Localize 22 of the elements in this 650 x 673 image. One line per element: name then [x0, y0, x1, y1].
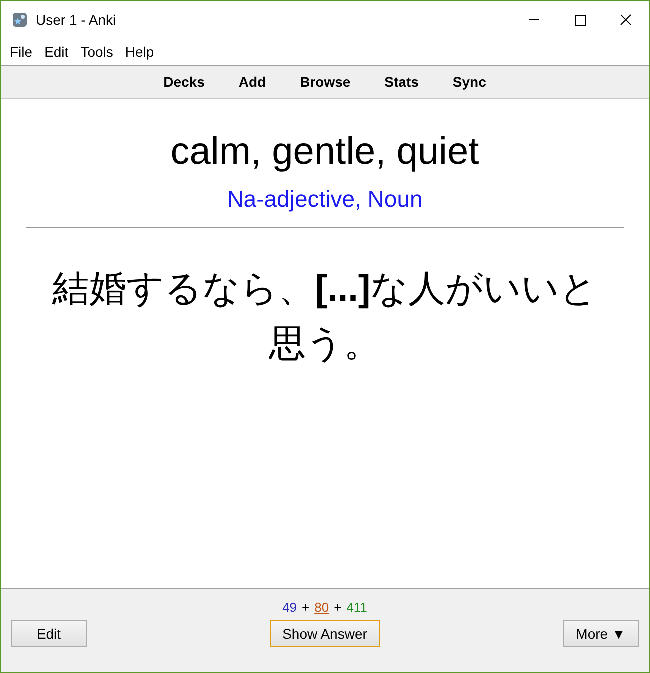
plus-sign: + [334, 600, 342, 616]
card-count: 80 [314, 600, 330, 616]
toolbar-link[interactable]: Decks [146, 74, 222, 90]
card-front-text: calm, gentle, quiet [170, 131, 480, 174]
app-icon [12, 12, 28, 28]
menu-item[interactable]: Edit [38, 44, 75, 60]
more-button[interactable]: More ▼ [563, 620, 639, 647]
part-of-speech: Na-adjective, Noun [227, 186, 423, 213]
card-count: 49 [282, 600, 298, 616]
show-answer-button[interactable]: Show Answer [270, 620, 380, 647]
menu-item[interactable]: Help [119, 44, 160, 60]
toolbar-link[interactable]: Add [222, 74, 284, 90]
plus-sign: + [302, 600, 310, 616]
menu-item[interactable]: Tools [74, 44, 120, 60]
example-sentence: 結婚するなら、[...]な人がいいと思う。 [51, 267, 599, 366]
edit-button[interactable]: Edit [11, 620, 87, 647]
card-count: 411 [346, 600, 368, 616]
window-title: User 1 - Anki [36, 12, 118, 28]
toolbar-link[interactable]: Browse [283, 74, 368, 90]
toolbar-link[interactable]: Stats [368, 74, 436, 90]
toolbar-link[interactable]: Sync [436, 74, 504, 90]
menu-item[interactable]: File [4, 44, 39, 60]
